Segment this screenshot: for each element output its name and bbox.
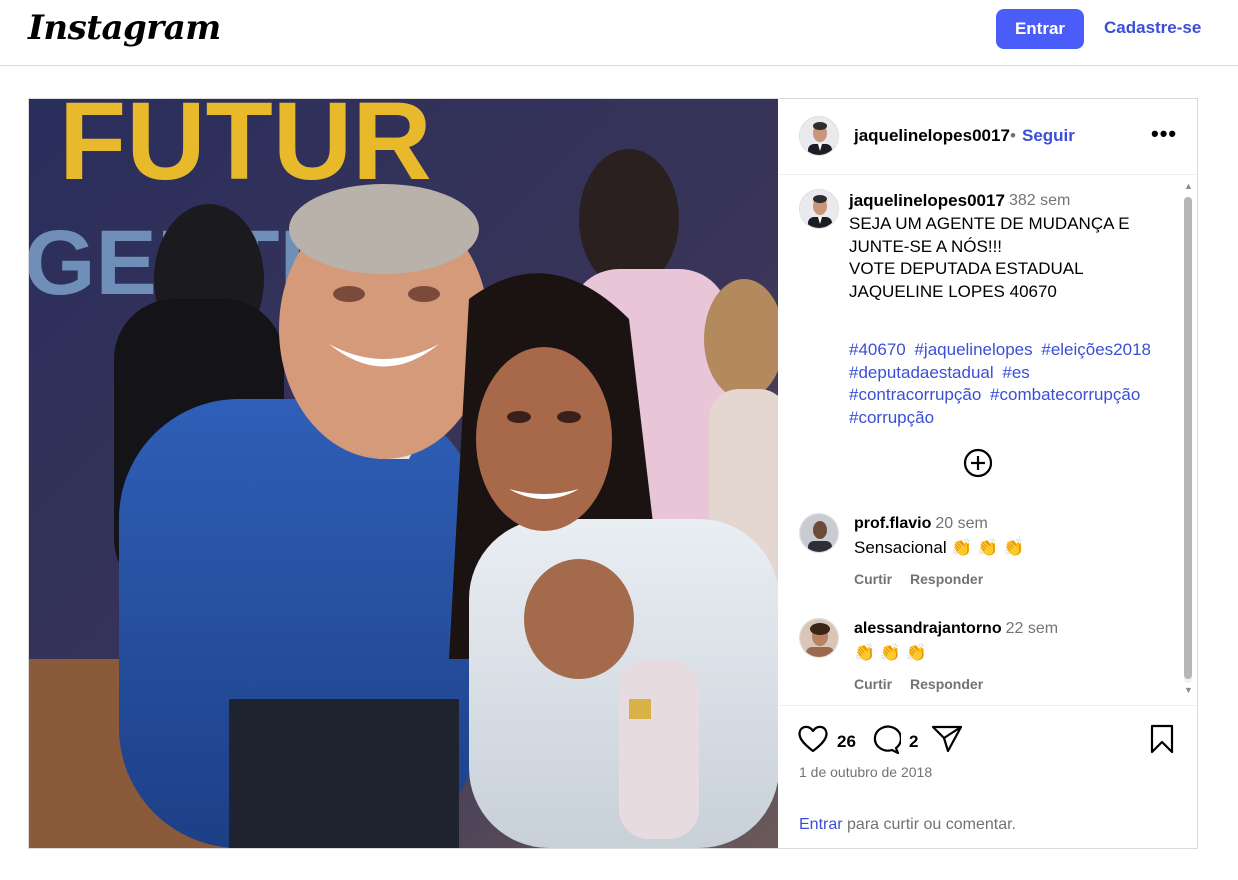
comment-time: 20 sem: [935, 515, 988, 532]
comment-icon: [873, 725, 902, 755]
comment-text: 👏 👏 👏: [854, 643, 927, 662]
hashtag-link[interactable]: #corrupção: [849, 408, 934, 427]
comment-button[interactable]: [869, 724, 902, 759]
top-navigation-bar: Instagram Entrar Cadastre-se: [0, 0, 1238, 66]
scroll-up-arrow-icon[interactable]: ▲: [1184, 181, 1193, 191]
hashtag-link[interactable]: #eleições2018: [1041, 340, 1151, 359]
load-more-comments-button[interactable]: [962, 447, 994, 479]
share-icon: [931, 725, 963, 753]
caption-text: SEJA UM AGENTE DE MUDANÇA E JUNTE-SE A N…: [849, 214, 1130, 301]
caption-username[interactable]: jaquelinelopes0017: [849, 191, 1005, 211]
hashtag-link[interactable]: #es: [1002, 363, 1029, 382]
comment-like-button[interactable]: Curtir: [854, 676, 892, 692]
heart-icon: [798, 725, 828, 753]
caption-hashtags: #40670 #jaquelinelopes #eleições2018 #de…: [849, 339, 1169, 429]
commenter-avatar[interactable]: [799, 513, 839, 553]
hashtag-link[interactable]: #jaquelinelopes: [914, 340, 1032, 359]
post-photo[interactable]: FUTUR GENTE: [29, 99, 778, 848]
comment-time: 22 sem: [1005, 620, 1059, 637]
comment-like-button[interactable]: Curtir: [854, 571, 892, 587]
post-header: jaquelinelopes0017 • Seguir •••: [779, 99, 1198, 175]
login-prompt-text: para curtir ou comentar.: [842, 816, 1016, 833]
scrollbar-thumb[interactable]: [1184, 197, 1192, 679]
author-avatar[interactable]: [799, 116, 839, 156]
bookmark-icon: [1150, 724, 1174, 754]
comment-reply-button[interactable]: Responder: [910, 676, 983, 692]
post-date: 1 de outubro de 2018: [799, 764, 933, 780]
separator-dot: •: [1010, 126, 1016, 145]
post-card: FUTUR GENTE: [28, 98, 1198, 849]
instagram-logo[interactable]: Instagram: [28, 8, 221, 48]
caption-time: 382 sem: [1009, 192, 1071, 209]
comment-username: prof.flavio 20 sem: [854, 515, 988, 533]
author-username[interactable]: jaquelinelopes0017: [854, 126, 1010, 146]
comment-username: alessandrajantorno 22 sem: [854, 620, 1058, 638]
scroll-down-arrow-icon[interactable]: ▼: [1184, 685, 1193, 695]
commenter-avatar[interactable]: [799, 618, 839, 658]
plus-circle-icon: [963, 448, 993, 478]
comment-actions: Curtir Responder: [854, 571, 997, 587]
comments-count: 2: [909, 732, 919, 751]
comment-item: alessandrajantorno 22 sem 👏 👏 👏 Curtir Re…: [799, 618, 1169, 705]
signup-link[interactable]: Cadastre-se: [1104, 18, 1201, 38]
comment-username-link[interactable]: prof.flavio: [854, 515, 931, 532]
like-button[interactable]: [797, 724, 829, 759]
hashtag-link[interactable]: #deputadaestadual: [849, 363, 994, 382]
comment-username-link[interactable]: alessandrajantorno: [854, 620, 1002, 637]
more-options-icon[interactable]: •••: [1151, 121, 1177, 147]
comment-item: prof.flavio 20 sem Sensacional 👏 👏 👏 Curt…: [799, 513, 1169, 603]
post-actions-bar: 26 2 1 de outubro de 2018 Entrar para cu…: [779, 705, 1198, 848]
hashtag-link[interactable]: #40670: [849, 340, 906, 359]
login-button[interactable]: Entrar: [996, 9, 1084, 49]
share-button[interactable]: [931, 724, 963, 759]
post-sidebar: jaquelinelopes0017 • Seguir ••• jaquelin…: [779, 99, 1198, 848]
follow-button[interactable]: Seguir: [1022, 126, 1075, 146]
hashtag-link[interactable]: #contracorrupção: [849, 385, 981, 404]
comment-actions: Curtir Responder: [854, 676, 997, 692]
comment-reply-button[interactable]: Responder: [910, 571, 983, 587]
hashtag-link[interactable]: #combatecorrupção: [990, 385, 1140, 404]
comments-scrollbar[interactable]: ▲ ▼: [1181, 179, 1193, 695]
comment-text: Sensacional 👏 👏 👏: [854, 538, 1025, 557]
login-prompt: Entrar para curtir ou comentar.: [799, 816, 1016, 834]
likes-count: 26: [837, 732, 856, 751]
comments-scroll-area[interactable]: jaquelinelopes0017 382 sem SEJA UM AGENT…: [779, 175, 1198, 705]
caption-author-avatar[interactable]: [799, 189, 839, 229]
save-button[interactable]: [1149, 724, 1175, 759]
login-prompt-link[interactable]: Entrar: [799, 816, 843, 833]
